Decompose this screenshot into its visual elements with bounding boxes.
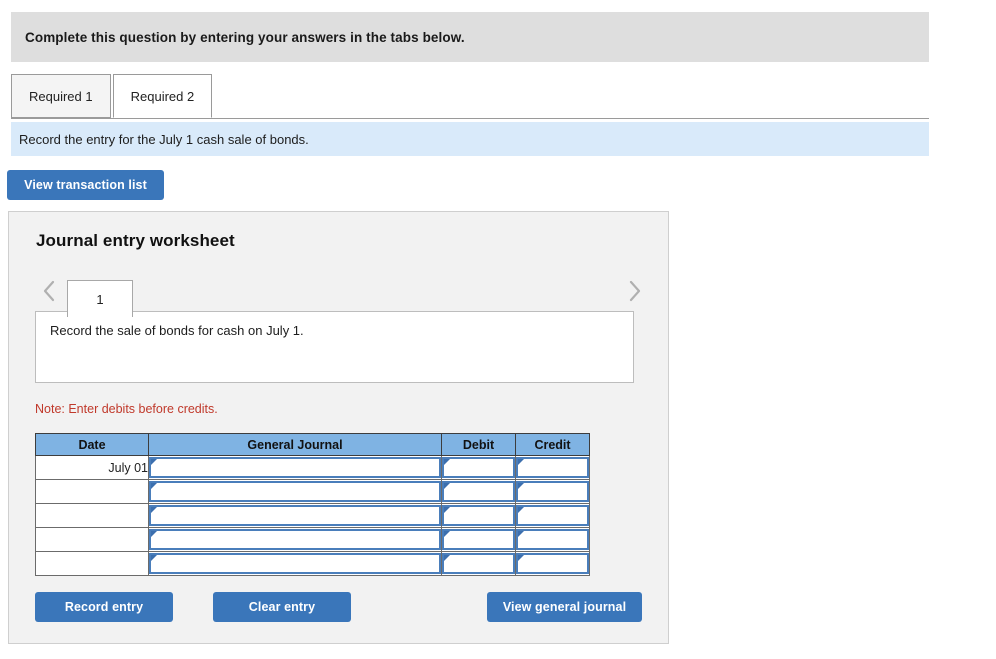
debits-before-credits-note: Note: Enter debits before credits. — [35, 402, 218, 416]
date-cell[interactable] — [35, 551, 149, 576]
cell-marker-icon — [518, 555, 524, 561]
general-journal-input[interactable] — [148, 527, 442, 552]
view-general-journal-button[interactable]: View general journal — [487, 592, 642, 622]
worksheet-title: Journal entry worksheet — [36, 231, 235, 250]
journal-entry-worksheet-panel: Journal entry worksheet 1 Record the sal… — [8, 211, 669, 644]
tab-required-1[interactable]: Required 1 — [11, 74, 111, 118]
table-row: July 01 — [35, 455, 590, 480]
general-journal-input[interactable] — [148, 551, 442, 576]
table-row — [35, 551, 590, 576]
cell-marker-icon — [444, 531, 450, 537]
general-journal-input[interactable] — [148, 455, 442, 480]
cell-marker-icon — [444, 459, 450, 465]
cell-marker-icon — [518, 459, 524, 465]
credit-input[interactable] — [515, 551, 590, 576]
cell-marker-icon — [518, 507, 524, 513]
column-header-date: Date — [35, 433, 149, 456]
question-banner-text: Complete this question by entering your … — [25, 29, 465, 45]
table-row — [35, 479, 590, 504]
date-cell[interactable] — [35, 479, 149, 504]
record-entry-button[interactable]: Record entry — [35, 592, 173, 622]
tab-required-2-label: Required 2 — [130, 88, 195, 104]
tab-required-1-label: Required 1 — [29, 88, 93, 104]
chevron-left-icon[interactable] — [36, 275, 62, 307]
credit-input[interactable] — [515, 479, 590, 504]
debit-input[interactable] — [441, 551, 516, 576]
general-journal-input[interactable] — [148, 503, 442, 528]
cell-marker-icon — [151, 555, 157, 561]
cell-marker-icon — [444, 507, 450, 513]
journal-entry-table: Date General Journal Debit Credit July 0… — [35, 433, 590, 576]
column-header-debit: Debit — [441, 433, 516, 456]
table-row — [35, 503, 590, 528]
entry-tab-1-label: 1 — [96, 291, 104, 307]
credit-input[interactable] — [515, 455, 590, 480]
tab-required-2[interactable]: Required 2 — [112, 74, 213, 118]
entry-tab-1[interactable]: 1 — [67, 280, 133, 317]
debit-input[interactable] — [441, 455, 516, 480]
credit-input[interactable] — [515, 527, 590, 552]
requirement-tabstrip: Required 1 Required 2 — [11, 74, 929, 119]
debit-input[interactable] — [441, 503, 516, 528]
cell-marker-icon — [151, 483, 157, 489]
cell-marker-icon — [518, 483, 524, 489]
entry-navigation: 1 — [9, 267, 668, 317]
cell-marker-icon — [518, 531, 524, 537]
column-header-general-journal: General Journal — [148, 433, 442, 456]
cell-marker-icon — [151, 459, 157, 465]
cell-marker-icon — [151, 531, 157, 537]
view-transaction-list-button[interactable]: View transaction list — [7, 170, 164, 200]
cell-marker-icon — [444, 555, 450, 561]
requirement-description-bar: Record the entry for the July 1 cash sal… — [11, 122, 929, 156]
general-journal-input[interactable] — [148, 479, 442, 504]
table-row — [35, 527, 590, 552]
table-header-row: Date General Journal Debit Credit — [35, 433, 590, 456]
cell-marker-icon — [151, 507, 157, 513]
entry-description-box: Record the sale of bonds for cash on Jul… — [35, 311, 634, 383]
cell-marker-icon — [444, 483, 450, 489]
date-cell[interactable]: July 01 — [35, 455, 149, 480]
credit-input[interactable] — [515, 503, 590, 528]
date-cell[interactable] — [35, 503, 149, 528]
debit-input[interactable] — [441, 479, 516, 504]
question-banner: Complete this question by entering your … — [11, 12, 929, 62]
column-header-credit: Credit — [515, 433, 590, 456]
date-cell[interactable] — [35, 527, 149, 552]
debit-input[interactable] — [441, 527, 516, 552]
chevron-right-icon[interactable] — [621, 275, 647, 307]
clear-entry-button[interactable]: Clear entry — [213, 592, 351, 622]
requirement-description-text: Record the entry for the July 1 cash sal… — [19, 131, 309, 147]
